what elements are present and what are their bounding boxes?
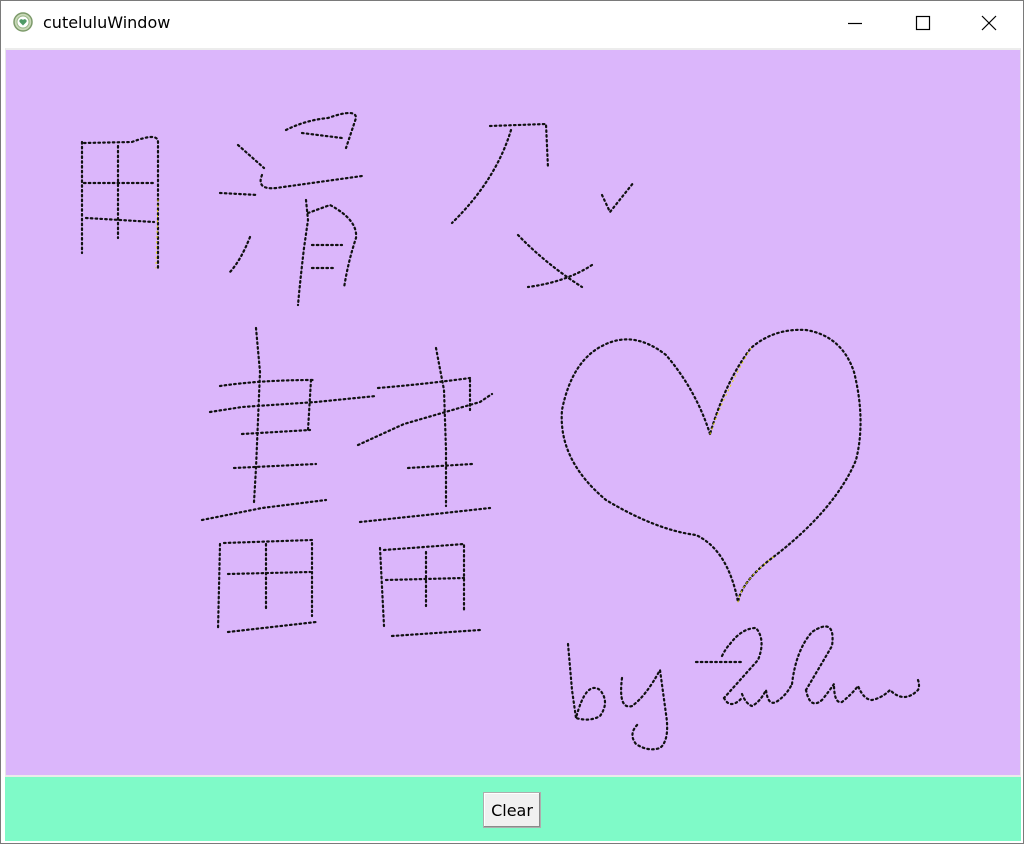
title-bar[interactable]: cuteluluWindow	[1, 1, 1023, 45]
handwritten-signature-by-lulu	[566, 625, 921, 751]
clear-button[interactable]: Clear	[483, 792, 541, 828]
close-icon	[981, 15, 997, 31]
handwritten-character-hua	[218, 111, 364, 307]
app-window: cuteluluWindow Clear	[0, 0, 1024, 844]
minimize-button[interactable]	[821, 1, 889, 45]
bottom-toolbar: Clear	[5, 775, 1021, 841]
drawing-canvas[interactable]	[5, 48, 1021, 775]
handwritten-character-hua-2	[356, 346, 494, 638]
maximize-button[interactable]	[889, 1, 957, 45]
handwritten-character-yong	[80, 135, 160, 270]
close-button[interactable]	[955, 1, 1023, 45]
window-title: cuteluluWindow	[43, 13, 171, 32]
handwritten-character-hua-1	[200, 326, 378, 634]
minimize-icon	[848, 22, 862, 25]
app-heart-icon	[13, 12, 33, 32]
handwriting-drawing	[80, 111, 921, 751]
handwritten-check-mark	[600, 180, 636, 214]
handwritten-heart	[560, 328, 862, 604]
maximize-icon	[915, 15, 931, 31]
handwritten-character-you	[450, 122, 594, 289]
